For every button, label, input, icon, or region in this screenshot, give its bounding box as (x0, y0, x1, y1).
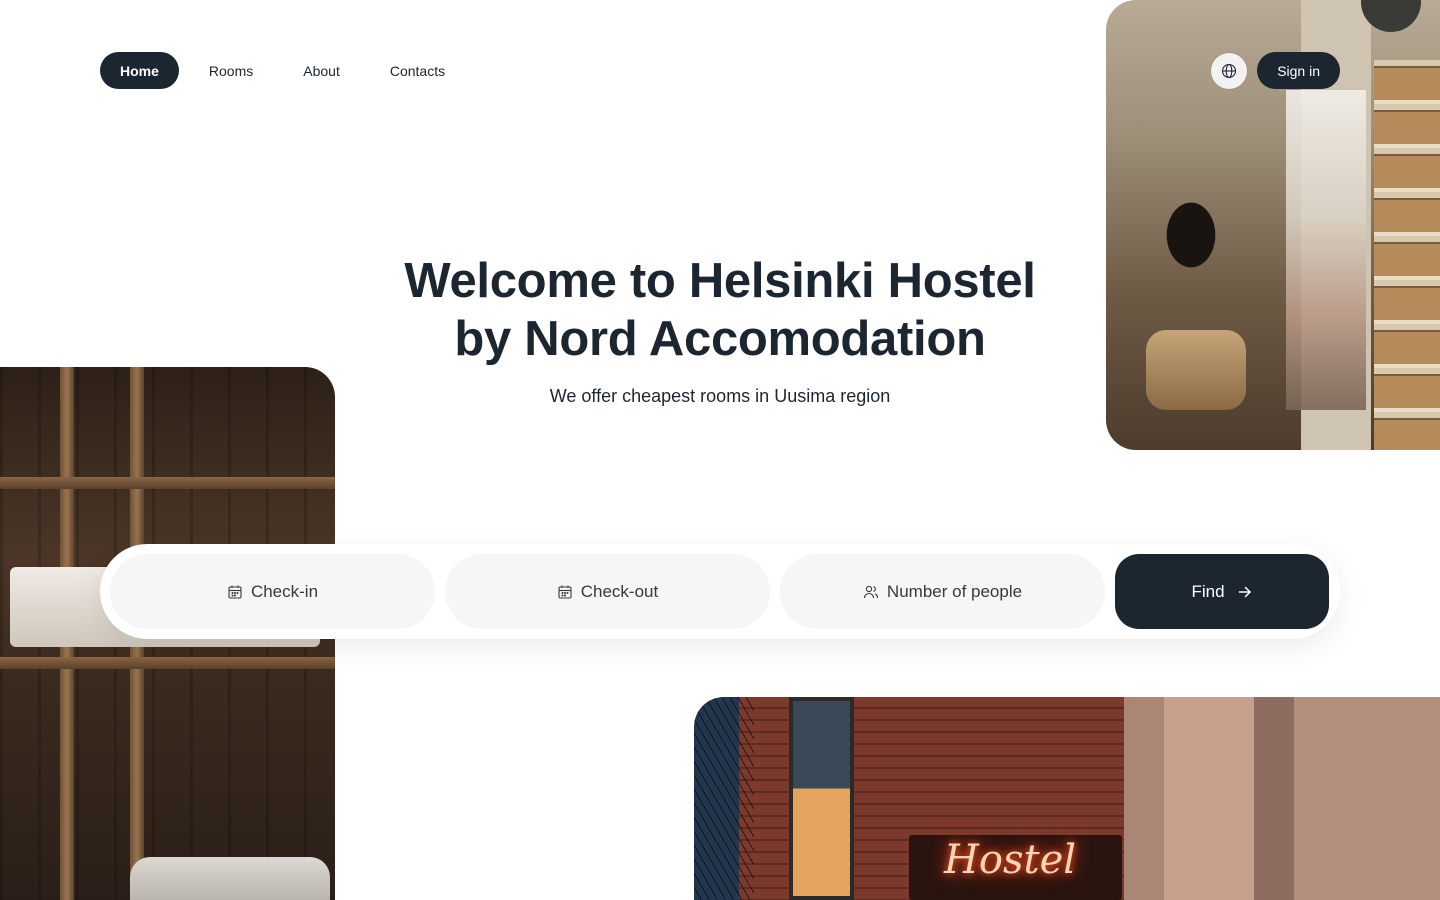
find-button[interactable]: Find (1115, 554, 1329, 629)
sign-in-button[interactable]: Sign in (1257, 52, 1340, 89)
check-in-field[interactable]: Check-in (110, 554, 435, 629)
neon-sign-text: Hostel (944, 837, 1077, 883)
bunk-rail (0, 657, 335, 669)
find-label: Find (1191, 581, 1225, 601)
calendar-icon (227, 584, 243, 600)
booking-search-bar: Check-in Check-out Number of people Find (100, 544, 1340, 639)
hostel-street-photo: Hostel (694, 697, 1440, 900)
globe-icon (1221, 63, 1237, 79)
users-icon (863, 584, 879, 600)
nav-item-home[interactable]: Home (100, 52, 179, 89)
arrow-right-icon (1237, 584, 1253, 600)
armchair-shape (1146, 330, 1246, 410)
check-out-field[interactable]: Check-out (445, 554, 770, 629)
language-button[interactable] (1211, 52, 1248, 89)
bunk-rail (0, 477, 335, 489)
page-title: Welcome to Helsinki Hostel by Nord Accom… (404, 254, 1036, 366)
nav-item-about[interactable]: About (283, 52, 360, 89)
main-nav: Home Rooms About Contacts (100, 52, 465, 89)
page-subtitle: We offer cheapest rooms in Uusima region (549, 386, 891, 406)
header-actions: Sign in (1211, 52, 1340, 89)
calendar-icon (557, 584, 573, 600)
tree-branches (694, 697, 754, 900)
lit-window (789, 697, 854, 900)
check-in-label: Check-in (250, 581, 319, 601)
number-of-people-field[interactable]: Number of people (780, 554, 1105, 629)
bunk-sheet (130, 857, 330, 900)
ceiling-lamp-shape (1361, 0, 1421, 32)
nav-item-contacts[interactable]: Contacts (370, 52, 465, 89)
nav-item-rooms[interactable]: Rooms (189, 52, 273, 89)
number-of-people-label: Number of people (886, 581, 1023, 601)
check-out-label: Check-out (580, 581, 659, 601)
